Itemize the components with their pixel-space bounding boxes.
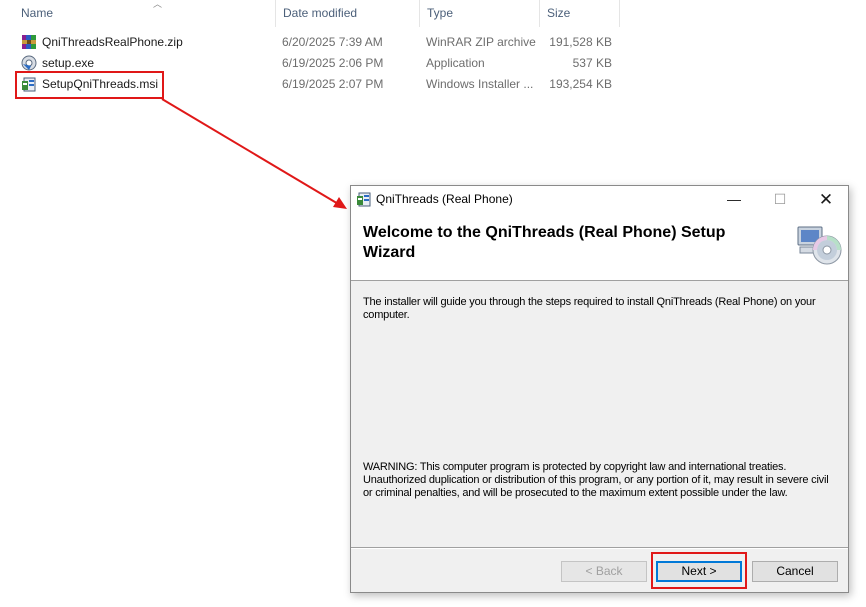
- file-name: QniThreadsRealPhone.zip: [42, 35, 183, 49]
- sort-ascending-icon: ︿: [153, 0, 163, 9]
- wizard-heading: Welcome to the QniThreads (Real Phone) S…: [363, 224, 726, 261]
- file-row[interactable]: QniThreadsRealPhone.zip 6/20/2025 7:39 A…: [0, 32, 620, 53]
- file-type: Application: [426, 56, 485, 70]
- file-size: 191,528 KB: [549, 35, 612, 49]
- file-size: 537 KB: [572, 56, 612, 70]
- winrar-archive-icon: [22, 35, 36, 49]
- maximize-button[interactable]: ☐: [757, 186, 803, 213]
- file-type: WinRAR ZIP archive: [426, 35, 536, 49]
- installer-app-icon: [357, 192, 371, 207]
- wizard-banner: Welcome to the QniThreads (Real Phone) S…: [351, 213, 848, 281]
- column-header-type-label: Type: [427, 6, 454, 20]
- close-button[interactable]: ✕: [803, 186, 849, 213]
- installer-dialog: QniThreads (Real Phone) — ☐ ✕ Welcome to…: [350, 185, 849, 593]
- file-type: Windows Installer ...: [426, 77, 534, 91]
- setup-exe-icon: [21, 55, 37, 71]
- file-size: 193,254 KB: [549, 77, 612, 91]
- minimize-button[interactable]: —: [711, 186, 757, 213]
- cancel-button[interactable]: Cancel: [752, 561, 838, 582]
- column-header-size[interactable]: Size: [540, 0, 620, 27]
- copyright-warning-text: WARNING: This computer program is protec…: [363, 461, 829, 499]
- msi-highlight-box: [15, 71, 164, 99]
- next-highlight-box: [651, 552, 747, 589]
- dialog-title: QniThreads (Real Phone): [376, 192, 513, 206]
- column-header-type[interactable]: Type: [420, 0, 540, 27]
- column-header-date[interactable]: Date modified: [276, 0, 420, 27]
- file-date: 6/19/2025 2:07 PM: [282, 77, 384, 91]
- column-header-date-label: Date modified: [283, 6, 358, 20]
- wizard-intro-text: The installer will guide you through the…: [363, 296, 816, 321]
- column-header-size-label: Size: [547, 6, 571, 20]
- column-header-name[interactable]: ︿ Name: [14, 0, 276, 27]
- file-date: 6/20/2025 7:39 AM: [282, 35, 383, 49]
- column-header-name-label: Name: [21, 6, 54, 20]
- dialog-titlebar[interactable]: QniThreads (Real Phone) — ☐ ✕: [351, 186, 848, 213]
- file-date: 6/19/2025 2:06 PM: [282, 56, 384, 70]
- button-separator: [351, 547, 848, 549]
- back-button[interactable]: < Back: [561, 561, 647, 582]
- computer-cd-icon: [797, 226, 842, 265]
